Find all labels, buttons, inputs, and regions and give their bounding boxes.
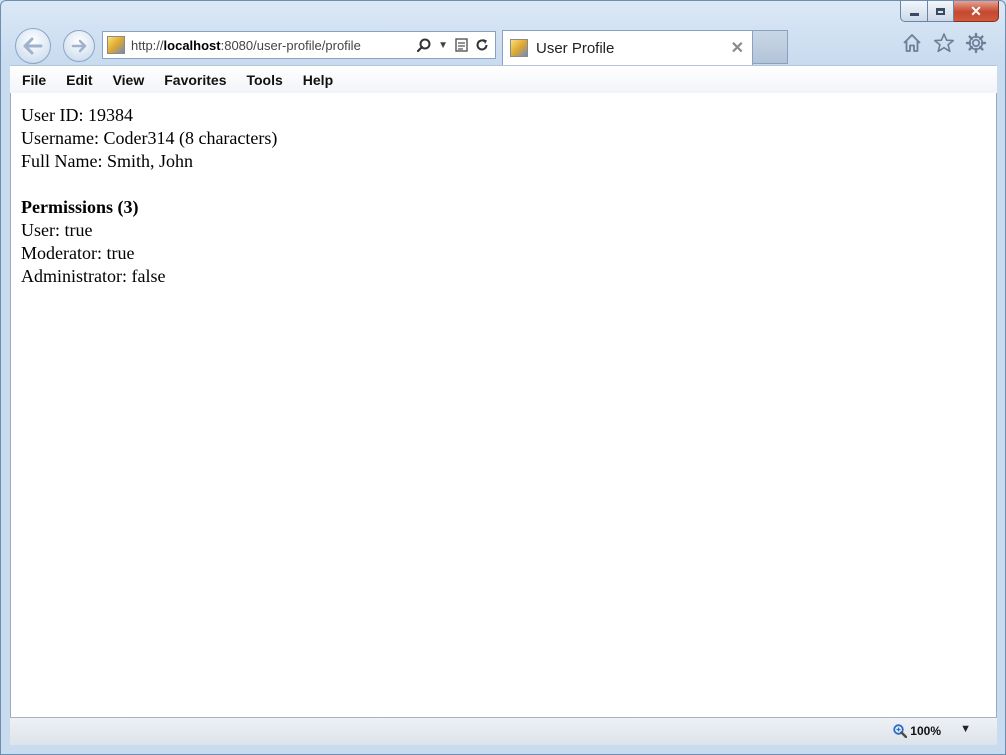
- permission-moderator: Moderator: true: [21, 243, 135, 263]
- user-profile-page: User ID: 19384 Username: Coder314 (8 cha…: [11, 93, 996, 288]
- back-arrow-icon: [23, 37, 43, 55]
- permission-user: User: true: [21, 220, 93, 240]
- forward-arrow-icon: [71, 39, 87, 53]
- zoom-level-button[interactable]: 100%: [893, 724, 941, 738]
- search-icon[interactable]: [417, 38, 431, 52]
- tab-favicon: [510, 39, 528, 57]
- address-tools: ▼: [417, 38, 495, 52]
- tab-user-profile[interactable]: User Profile ✕: [502, 30, 753, 65]
- full-name-line: Full Name: Smith, John: [21, 151, 194, 171]
- forward-button[interactable]: [63, 30, 95, 62]
- back-button[interactable]: [15, 28, 51, 64]
- page-content: User ID: 19384 Username: Coder314 (8 cha…: [10, 93, 997, 717]
- zoom-level-text: 100%: [910, 724, 941, 738]
- refresh-icon[interactable]: [475, 38, 489, 52]
- address-bar[interactable]: http://localhost:8080/user-profile/profi…: [102, 31, 496, 59]
- maximize-icon: [936, 7, 945, 15]
- page-favicon: [107, 36, 125, 54]
- close-icon: ✕: [970, 3, 982, 19]
- username-line: Username: Coder314 (8 characters): [21, 128, 278, 148]
- url-text[interactable]: http://localhost:8080/user-profile/profi…: [131, 38, 361, 53]
- compatibility-view-icon[interactable]: [455, 38, 468, 52]
- browser-window: ✕ http://localhost:8080/user-profile/pro…: [0, 0, 1006, 755]
- menu-tools[interactable]: Tools: [236, 72, 292, 88]
- tab-close-icon[interactable]: ✕: [731, 38, 744, 58]
- menu-edit[interactable]: Edit: [56, 72, 102, 88]
- browser-command-icons: [901, 32, 987, 54]
- status-bar: 100% ▼: [10, 717, 997, 745]
- new-tab-button[interactable]: [753, 30, 788, 64]
- zoom-dropdown-icon[interactable]: ▼: [960, 723, 971, 735]
- minimize-icon: [909, 12, 919, 16]
- window-caption-buttons: ✕: [900, 1, 999, 22]
- favorites-star-icon[interactable]: [933, 32, 955, 54]
- maximize-button[interactable]: [928, 1, 954, 22]
- menu-file[interactable]: File: [10, 72, 56, 88]
- permission-administrator: Administrator: false: [21, 266, 166, 286]
- minimize-button[interactable]: [900, 1, 928, 22]
- menu-favorites[interactable]: Favorites: [154, 72, 236, 88]
- menu-bar: File Edit View Favorites Tools Help: [10, 65, 997, 94]
- close-window-button[interactable]: ✕: [954, 1, 999, 22]
- permissions-heading: Permissions (3): [21, 197, 139, 217]
- zoom-icon: [893, 724, 908, 738]
- menu-view[interactable]: View: [103, 72, 155, 88]
- gear-icon[interactable]: [965, 32, 987, 54]
- search-dropdown-icon[interactable]: ▼: [438, 40, 448, 51]
- home-icon[interactable]: [901, 32, 923, 54]
- tab-title: User Profile: [536, 39, 615, 57]
- user-id-line: User ID: 19384: [21, 105, 133, 125]
- menu-help[interactable]: Help: [293, 72, 343, 88]
